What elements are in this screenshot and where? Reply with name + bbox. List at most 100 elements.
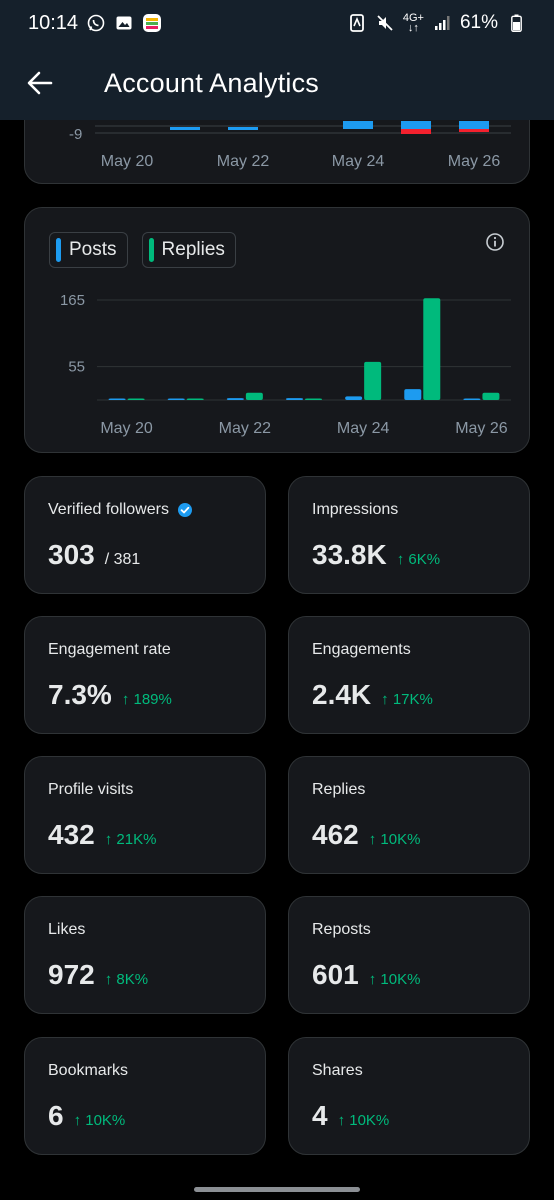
stat-value-row: 972 ↑ 8K% — [48, 959, 148, 991]
stat-card-shares[interactable]: Shares 4 ↑ 10K% — [288, 1037, 530, 1155]
stat-value: 4 — [312, 1100, 328, 1131]
posts-bar[interactable] — [167, 398, 185, 401]
replies-bar[interactable] — [423, 298, 441, 400]
x-tick-label: May 26 — [455, 420, 508, 437]
stat-value: 6 — [48, 1100, 64, 1131]
stat-change: ↑ 10K% — [337, 1112, 390, 1129]
app-bar: Account Analytics — [0, 46, 554, 120]
negative-bar — [401, 129, 431, 134]
stat-card-replies[interactable]: Replies 462 ↑ 10K% — [288, 756, 530, 874]
posts-bar[interactable] — [404, 389, 422, 400]
verified-badge-icon — [177, 503, 192, 517]
replies-bar[interactable] — [482, 392, 500, 400]
replies-bar[interactable] — [186, 398, 204, 401]
stat-label-row: Likes — [48, 921, 85, 939]
replies-bar[interactable] — [364, 361, 382, 400]
posts-bar[interactable] — [463, 398, 481, 401]
stat-change: ↑ 6K% — [396, 551, 441, 568]
stat-label: Reposts — [312, 921, 371, 938]
x-tick-label: May 20 — [101, 153, 154, 170]
status-time: 10:14 — [28, 11, 79, 34]
back-arrow-icon — [27, 71, 53, 95]
stat-value: 7.3% — [48, 679, 112, 710]
network-label: 4G+ — [402, 12, 424, 24]
stat-card-profile-visits[interactable]: Profile visits 432 ↑ 21K% — [24, 756, 266, 874]
stat-value: 601 — [312, 959, 359, 990]
signal-icon — [432, 13, 452, 33]
stat-value: 972 — [48, 959, 95, 990]
back-button[interactable] — [0, 46, 80, 120]
stat-change: ↑ 17K% — [381, 691, 433, 708]
stat-total: / 381 — [104, 551, 141, 568]
stat-value-row: 2.4K ↑ 17K% — [312, 679, 433, 711]
stat-label: Bookmarks — [48, 1062, 129, 1079]
stat-change: ↑ 10K% — [368, 971, 421, 988]
stat-card-likes[interactable]: Likes 972 ↑ 8K% — [24, 896, 266, 1014]
x-tick-label: May 26 — [448, 153, 501, 170]
posts-bar[interactable] — [345, 396, 363, 400]
mute-icon — [375, 13, 395, 33]
app-notification-icon — [142, 13, 162, 33]
y-tick-label: -9 — [69, 126, 82, 143]
stat-card-impressions[interactable]: Impressions 33.8K ↑ 6K% — [288, 476, 530, 594]
stat-label: Impressions — [312, 501, 399, 518]
stat-label-row: Engagement rate — [48, 641, 171, 659]
battery-percent: 61% — [459, 12, 498, 33]
top-bar — [228, 127, 258, 130]
stat-label-row: Profile visits — [48, 781, 133, 799]
network-type: 4G+ ↓↑ — [402, 12, 424, 34]
gesture-nav-handle[interactable] — [194, 1187, 360, 1192]
posts-replies-chart-card: Posts Replies 165 55 May 20 May 22 May 24 May… — [24, 207, 530, 453]
stat-label: Likes — [48, 921, 86, 938]
posts-bar[interactable] — [226, 398, 244, 400]
stat-value-row: 432 ↑ 21K% — [48, 819, 156, 851]
stat-label-row: Verified followers — [48, 501, 193, 519]
stat-value-row: 462 ↑ 10K% — [312, 819, 420, 851]
stat-card-verified-followers[interactable]: Verified followers 303 / 381 — [24, 476, 266, 594]
x-tick-label: May 24 — [337, 420, 390, 437]
stat-value-row: 601 ↑ 10K% — [312, 959, 420, 991]
analytics-content[interactable]: -9 May 20 May 22 May 24 May 26 Posts Rep… — [0, 120, 554, 1200]
status-bar: 10:14 4G+ ↓↑ 61% — [0, 0, 554, 46]
stat-value: 432 — [48, 819, 95, 850]
posts-bar[interactable] — [108, 398, 126, 401]
stat-label: Replies — [312, 781, 366, 798]
battery-icon — [506, 13, 526, 33]
stat-value-row: 33.8K ↑ 6K% — [312, 539, 440, 571]
x-tick-label: May 22 — [219, 420, 272, 437]
stat-value-row: 4 ↑ 10K% — [312, 1100, 389, 1132]
stat-label: Verified followers — [48, 501, 169, 518]
stat-card-reposts[interactable]: Reposts 601 ↑ 10K% — [288, 896, 530, 1014]
stat-value-row: 6 ↑ 10K% — [48, 1100, 125, 1132]
x-tick-label: May 20 — [100, 420, 153, 437]
replies-bar[interactable] — [305, 398, 322, 401]
stat-value: 33.8K — [312, 539, 387, 570]
stat-label: Shares — [312, 1062, 363, 1079]
x-tick-label: May 22 — [217, 153, 270, 170]
posts-bar[interactable] — [286, 398, 303, 400]
page-title: Account Analytics — [104, 67, 320, 98]
stat-change: ↑ 10K% — [368, 831, 421, 848]
stat-value: 2.4K — [312, 679, 372, 710]
replies-bar[interactable] — [245, 392, 263, 400]
stat-change: ↑ 189% — [121, 691, 172, 708]
stat-label: Profile visits — [48, 781, 134, 798]
stat-card-bookmarks[interactable]: Bookmarks 6 ↑ 10K% — [24, 1037, 266, 1155]
stat-value-row: 7.3% ↑ 189% — [48, 679, 172, 711]
stat-card-engagement-rate[interactable]: Engagement rate 7.3% ↑ 189% — [24, 616, 266, 734]
whatsapp-icon — [86, 13, 106, 33]
stat-change: ↑ 8K% — [104, 971, 149, 988]
stat-card-engagements[interactable]: Engagements 2.4K ↑ 17K% — [288, 616, 530, 734]
stat-label-row: Replies — [312, 781, 365, 799]
top-bar — [170, 127, 200, 130]
stat-change: ↑ 21K% — [104, 831, 157, 848]
status-left: 10:14 — [28, 12, 162, 35]
stat-value: 462 — [312, 819, 359, 850]
replies-bar[interactable] — [127, 398, 145, 401]
gallery-icon — [114, 13, 134, 33]
growth-chart: -9 May 20 May 22 May 24 May 26 — [69, 121, 511, 170]
top-bar — [401, 121, 431, 129]
growth-chart-card: -9 May 20 May 22 May 24 May 26 — [24, 120, 530, 184]
stat-label-row: Reposts — [312, 921, 371, 939]
stat-label-row: Engagements — [312, 641, 411, 659]
